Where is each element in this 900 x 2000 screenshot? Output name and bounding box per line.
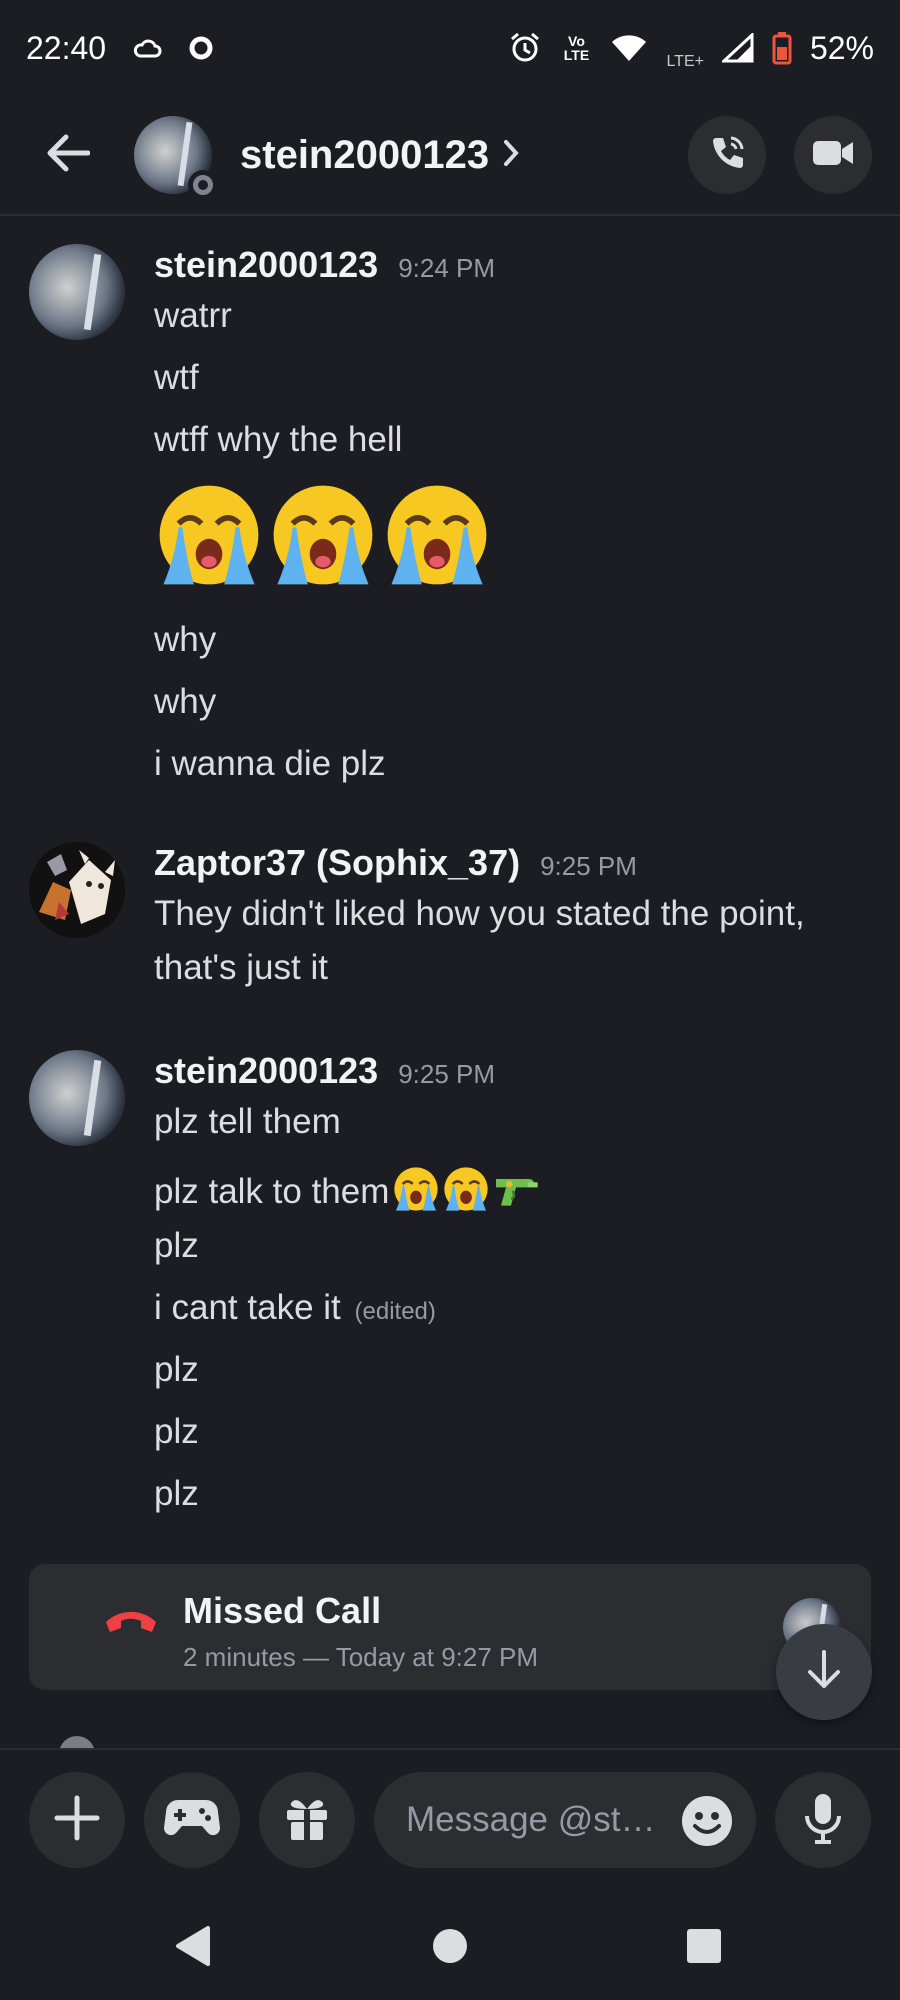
message-row: plz talk to them — [154, 1164, 541, 1223]
message-text: plz tell them — [154, 1102, 341, 1141]
message-timestamp: 9:25 PM — [398, 1059, 496, 1089]
volte-icon: Vo LTE — [563, 33, 590, 63]
message-author[interactable]: stein2000123 — [154, 244, 378, 286]
network-type-label: LTE+ — [666, 53, 704, 70]
message-text: plz — [154, 1412, 199, 1451]
nav-recents-button[interactable] — [674, 1918, 734, 1978]
back-button[interactable] — [28, 115, 108, 195]
message-input[interactable] — [406, 1800, 666, 1840]
battery-icon — [772, 31, 792, 65]
missed-call-subtitle: 2 minutes — Today at 9:27 PM — [183, 1642, 539, 1672]
nav-home-button[interactable] — [420, 1918, 480, 1978]
message-input-wrapper — [374, 1772, 756, 1868]
message-text: i cant take it — [154, 1288, 341, 1327]
recents-square-icon — [684, 1926, 724, 1971]
avatar[interactable] — [29, 244, 125, 340]
attach-button[interactable] — [29, 1772, 125, 1868]
avatar[interactable] — [29, 842, 125, 938]
water-pistol-emoji — [491, 1164, 541, 1223]
message-text: plz talk to them — [154, 1171, 390, 1211]
message-text: plz — [154, 1350, 199, 1389]
nav-back-button[interactable] — [162, 1918, 222, 1978]
circle-icon — [188, 35, 214, 61]
gift-button[interactable] — [259, 1772, 355, 1868]
message-list[interactable]: stein2000123 9:24 PM watrr wtf wtff why … — [0, 218, 900, 1748]
missed-call-title: Missed Call — [183, 1590, 382, 1631]
message-timestamp: 9:24 PM — [398, 253, 496, 283]
header-avatar[interactable] — [134, 116, 218, 200]
emoji-icon[interactable] — [680, 1794, 734, 1853]
cloud-icon — [132, 35, 162, 61]
gift-icon — [283, 1794, 331, 1847]
message-author[interactable]: Zaptor37 (Sophix_37) — [154, 842, 520, 884]
status-bar: 22:40 Vo LTE LTE+ 52% — [0, 0, 900, 96]
loudly-crying-emoji — [266, 478, 380, 597]
android-nav-bar — [0, 1888, 900, 2000]
jumbo-emoji-row — [152, 478, 494, 597]
inline-emoji-group — [391, 1164, 541, 1223]
message-text: plz — [154, 1474, 199, 1513]
jump-to-present-button[interactable] — [776, 1624, 872, 1720]
loudly-crying-emoji — [441, 1164, 491, 1223]
loudly-crying-emoji — [391, 1164, 441, 1223]
offline-status-indicator — [188, 170, 218, 200]
activities-button[interactable] — [144, 1772, 240, 1868]
edited-label: (edited) — [354, 1298, 436, 1325]
header-username[interactable]: stein2000123 — [240, 133, 489, 178]
message-text: plz — [154, 1226, 199, 1265]
dm-header: stein2000123 — [0, 96, 900, 216]
signal-icon — [721, 33, 754, 63]
status-time: 22:40 — [26, 29, 107, 66]
missed-call-card[interactable]: Missed Call 2 minutes — Today at 9:27 PM — [29, 1564, 871, 1690]
home-circle-icon — [430, 1926, 470, 1971]
microphone-icon — [803, 1792, 843, 1849]
video-call-button[interactable] — [794, 116, 872, 194]
voice-call-icon — [707, 133, 747, 178]
gamepad-icon — [163, 1796, 221, 1845]
battery-percent: 52% — [809, 29, 874, 66]
back-triangle-icon — [172, 1924, 212, 1973]
loudly-crying-emoji — [380, 478, 494, 597]
voice-call-button[interactable] — [688, 116, 766, 194]
chat-input-bar — [0, 1748, 900, 1888]
message-text: watrr — [154, 296, 232, 335]
loudly-crying-emoji — [152, 478, 266, 597]
message-text: why — [154, 682, 217, 721]
message-text: They didn't liked how you stated the poi… — [154, 894, 805, 933]
message-timestamp: 9:25 PM — [540, 851, 637, 881]
plus-icon — [53, 1794, 101, 1847]
arrow-down-icon — [804, 1648, 844, 1697]
missed-call-icon — [103, 1606, 159, 1641]
avatar[interactable] — [29, 1050, 125, 1146]
message-text: wtff why the hell — [154, 420, 403, 459]
message-text: wtf — [154, 358, 199, 397]
message-text: i wanna die plz — [154, 744, 386, 783]
wifi-icon — [610, 33, 648, 63]
message-row: i cant take it (edited) — [154, 1288, 436, 1328]
message-text: that's just it — [154, 948, 328, 987]
alarm-icon — [508, 31, 542, 65]
chevron-right-icon[interactable] — [503, 139, 519, 172]
video-call-icon — [812, 138, 854, 173]
back-arrow-icon — [46, 133, 91, 178]
message-author[interactable]: stein2000123 — [154, 1050, 378, 1092]
voice-message-button[interactable] — [775, 1772, 871, 1868]
message-text: why — [154, 620, 217, 659]
